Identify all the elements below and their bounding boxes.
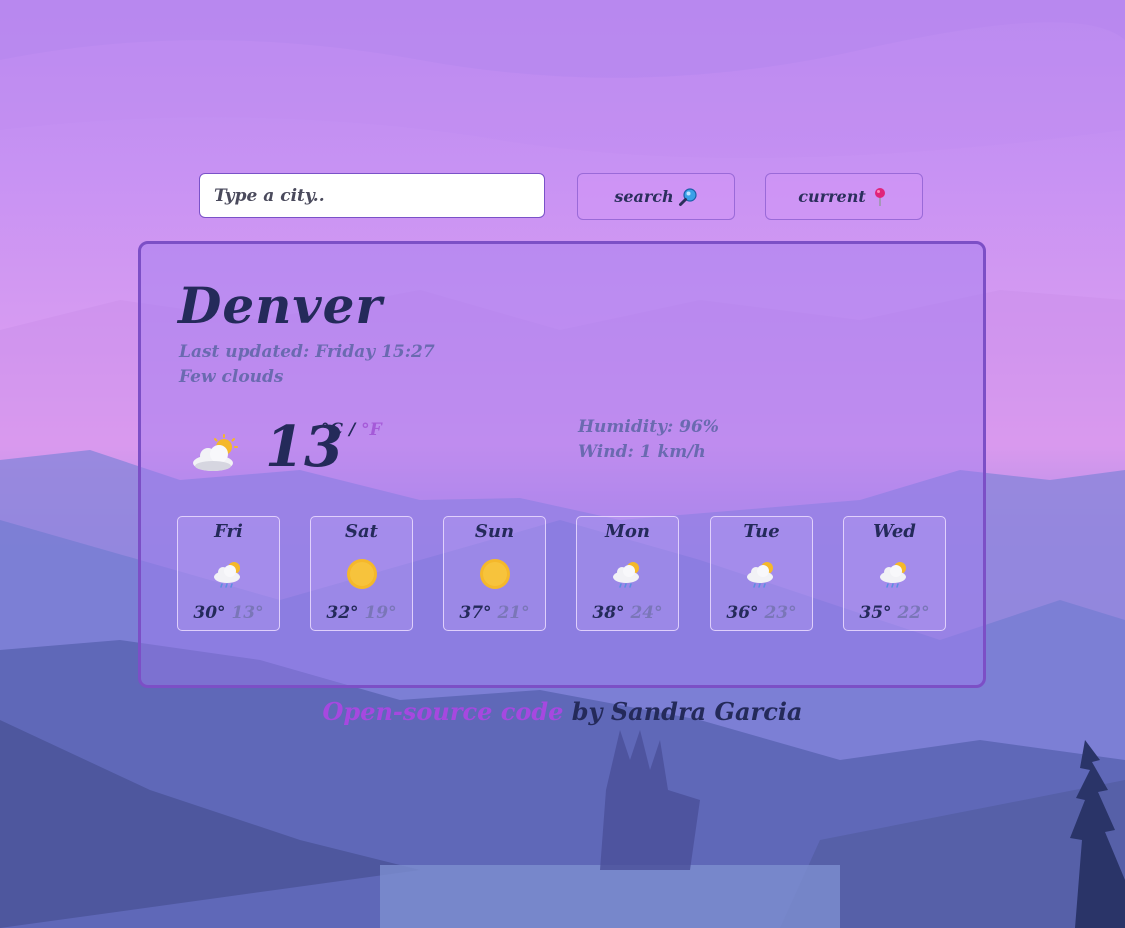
rain-cloud-sun-icon [880,562,906,588]
forecast-max-temp: 38° [592,603,625,623]
humidity-text: Humidity: 96% [578,417,719,437]
forecast-temps: 32° 19° [311,603,412,623]
unit-toggle: °C / °F [321,420,382,440]
wind-text: Wind: 1 km/h [578,442,706,462]
forecast-temps: 36° 23° [711,603,812,623]
unit-fahrenheit-link[interactable]: °F [361,420,382,440]
magnifier-icon [678,187,697,206]
forecast-max-temp: 37° [459,603,492,623]
pushpin-icon [874,187,885,206]
sun-icon [347,559,377,589]
forecast-day: Tue 36° 23° [710,516,813,631]
forecast-temps: 30° 13° [178,603,279,623]
current-location-button[interactable]: current [765,173,923,220]
forecast-min-temp: 22° [897,603,930,623]
rain-cloud-sun-icon [613,562,639,588]
forecast-max-temp: 36° [726,603,759,623]
forecast-day: Wed 35° 22° [843,516,946,631]
forecast-max-temp: 30° [193,603,226,623]
unit-separator: / [343,420,362,440]
footer-author-text: by Sandra Garcia [563,697,803,726]
forecast-day-name: Wed [873,521,916,542]
forecast-temps: 38° 24° [577,603,678,623]
last-updated-text: Last updated: Friday 15:27 [179,342,435,362]
weather-description: Few clouds [179,367,284,387]
forecast-temps: 35° 22° [844,603,945,623]
forecast-day-name: Sun [474,521,515,542]
forecast-day: Sat 32° 19° [310,516,413,631]
forecast-day-name: Mon [604,521,651,542]
forecast-day: Sun 37° 21° [443,516,546,631]
search-button-label: search [614,187,674,206]
forecast-day-name: Fri [214,521,243,542]
current-button-label: current [798,187,866,206]
forecast-min-temp: 23° [764,603,797,623]
forecast-min-temp: 21° [497,603,530,623]
sun-icon [480,559,510,589]
footer-credit: Open-source code by Sandra Garcia [0,697,1125,726]
city-search-input[interactable] [199,173,545,218]
unit-celsius[interactable]: °C [321,420,343,440]
forecast-day-name: Sat [345,521,378,542]
forecast-min-temp: 13° [231,603,264,623]
forecast-temps: 37° 21° [444,603,545,623]
forecast-max-temp: 35° [859,603,892,623]
forecast-day-name: Tue [743,521,780,542]
open-source-link[interactable]: Open-source code [323,697,564,726]
forecast-day: Fri 30° 13° [177,516,280,631]
forecast-min-temp: 24° [630,603,663,623]
forecast-min-temp: 19° [364,603,397,623]
city-name: Denver [178,276,383,335]
forecast-max-temp: 32° [326,603,359,623]
rain-cloud-sun-icon [747,562,773,588]
forecast-day: Mon 38° 24° [576,516,679,631]
search-button[interactable]: search [577,173,735,220]
partly-cloudy-icon [193,434,238,471]
weather-card: Denver Last updated: Friday 15:27 Few cl… [138,241,986,688]
rain-cloud-sun-icon [214,562,240,588]
